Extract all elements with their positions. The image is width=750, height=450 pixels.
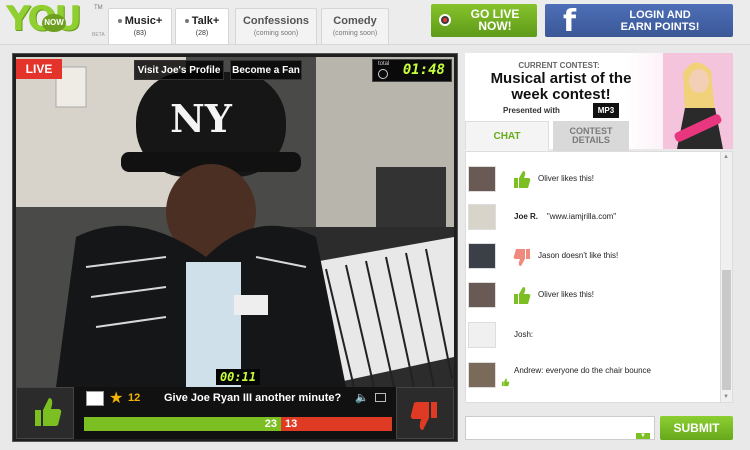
- star-icon: ★: [109, 390, 124, 407]
- tab-talk[interactable]: Talk+ (28): [175, 8, 229, 44]
- top-header: YOU NOW TM BETA Music+ (83) Talk+ (28) C…: [0, 0, 750, 45]
- tab-talk-count: (28): [195, 30, 209, 37]
- tab-contest-details[interactable]: CONTEST DETAILS: [553, 121, 629, 151]
- video-panel: NY LIVE Visit Joe's Profile Become a Fan…: [12, 53, 458, 442]
- contest-label: CURRENT CONTEST:: [518, 61, 600, 70]
- avatar[interactable]: [468, 282, 496, 308]
- tab-contest-line2: DETAILS: [572, 135, 610, 145]
- volume-icon[interactable]: 🔈: [355, 391, 369, 404]
- chat-input[interactable]: ▼: [465, 416, 655, 440]
- video-frame-illustration: NY: [16, 57, 454, 387]
- avatar[interactable]: [468, 362, 496, 388]
- facebook-login-button[interactable]: f LOGIN AND EARN POINTS!: [545, 4, 733, 39]
- total-timer: total 01:48: [372, 59, 452, 82]
- live-video-feed[interactable]: NY LIVE Visit Joe's Profile Become a Fan…: [16, 57, 454, 387]
- go-live-button[interactable]: GO LIVE NOW!: [431, 4, 537, 37]
- total-time-value: 01:48: [402, 62, 445, 78]
- thumbs-down-button[interactable]: [396, 387, 454, 439]
- chat-text: Oliver likes this!: [538, 290, 595, 299]
- svg-text:NY: NY: [170, 96, 233, 141]
- chevron-down-icon[interactable]: ▼: [636, 433, 650, 439]
- go-live-line2: NOW!: [478, 19, 512, 33]
- tab-confessions-status: (coming soon): [253, 30, 299, 37]
- no-votes: 13: [281, 417, 392, 431]
- tab-bullet-icon: [184, 19, 189, 24]
- thumbs-up-icon: [514, 287, 531, 304]
- yes-votes: 23: [84, 417, 281, 431]
- small-thumbs-up-icon: [501, 378, 510, 387]
- tab-comedy-label: Comedy: [333, 15, 377, 27]
- logo-now-badge: NOW: [42, 14, 66, 32]
- chat-message: Andrew: everyone do the chair bounce: [468, 362, 718, 392]
- tab-music-count: (83): [133, 30, 147, 37]
- become-fan-button[interactable]: Become a Fan: [230, 60, 302, 80]
- vote-bar: 00:11 ★ 12 Give Joe Ryan III another min…: [16, 369, 454, 439]
- star-count: 12: [128, 392, 141, 404]
- chat-tabs: CHAT CONTEST DETAILS: [465, 121, 733, 151]
- visit-profile-button[interactable]: Visit Joe's Profile: [134, 60, 224, 80]
- tab-confessions-label: Confessions: [242, 15, 309, 27]
- contest-title: Musical artist of the week contest!: [490, 70, 632, 103]
- live-badge: LIVE: [16, 59, 62, 79]
- chat-message: Oliver likes this!: [468, 282, 718, 312]
- chat-text: "www.iamjrilla.com": [546, 212, 617, 221]
- fb-line1: LOGIN AND: [629, 9, 691, 21]
- tab-comedy[interactable]: Comedy (coming soon): [321, 8, 389, 44]
- chat-message: Joe R. "www.iamjrilla.com": [468, 204, 718, 234]
- chat-user: Andrew:: [514, 366, 544, 375]
- younow-logo[interactable]: YOU NOW TM BETA: [6, 0, 105, 39]
- facebook-icon: f: [563, 4, 577, 39]
- tab-bullet-icon: [117, 19, 122, 24]
- vote-question: Give Joe Ryan III another minute?: [164, 392, 342, 404]
- chat-messages[interactable]: Oliver likes this! Joe R. "www.iamjrilla…: [465, 151, 733, 403]
- broadcaster-avatar[interactable]: [86, 391, 104, 406]
- fb-line2: EARN POINTS!: [620, 21, 700, 33]
- chat-message: Jason doesn't like this!: [468, 243, 718, 273]
- scrollbar-thumb[interactable]: [722, 270, 731, 390]
- avatar[interactable]: [468, 243, 496, 269]
- thumbs-up-button[interactable]: [16, 387, 74, 439]
- fullscreen-icon[interactable]: [375, 393, 386, 402]
- record-icon: [439, 14, 451, 26]
- logo-tm: TM: [94, 5, 103, 11]
- stopwatch-icon: [378, 69, 388, 79]
- scroll-down-icon[interactable]: ▼: [723, 394, 729, 400]
- avatar[interactable]: [468, 322, 496, 348]
- thumbs-up-icon: [514, 171, 531, 188]
- thumbs-down-icon: [513, 249, 530, 266]
- vote-timer: 00:11: [216, 369, 260, 385]
- chat-text: Oliver likes this!: [538, 174, 595, 183]
- tab-confessions[interactable]: Confessions (coming soon): [235, 8, 317, 44]
- sponsor-logo: MP3: [593, 103, 619, 118]
- submit-button[interactable]: SUBMIT: [660, 416, 733, 440]
- vote-score-bar: 23 13: [84, 417, 392, 431]
- tab-talk-label: Talk+: [191, 15, 220, 27]
- presented-with: Presented with: [503, 106, 560, 115]
- avatar[interactable]: [468, 204, 496, 230]
- timer-label: total: [378, 61, 390, 67]
- thumbs-down-icon: [410, 402, 437, 430]
- chat-message: Oliver likes this!: [468, 166, 718, 196]
- scroll-up-icon[interactable]: ▲: [723, 154, 729, 160]
- chat-user: Joe R.: [514, 212, 539, 221]
- chat-message: Josh:: [468, 322, 718, 352]
- avatar[interactable]: [468, 166, 496, 192]
- chat-text: Jason doesn't like this!: [538, 251, 619, 260]
- chat-text: everyone do the chair bounce: [545, 366, 651, 375]
- logo-beta: BETA: [92, 32, 105, 38]
- tab-music[interactable]: Music+ (83): [108, 8, 172, 44]
- chat-scrollbar[interactable]: ▲ ▼: [720, 152, 732, 402]
- chat-user: Josh:: [514, 330, 534, 339]
- tab-chat[interactable]: CHAT: [465, 121, 549, 151]
- tab-music-label: Music+: [124, 15, 163, 27]
- tab-comedy-status: (coming soon): [332, 30, 378, 37]
- thumbs-up-icon: [35, 398, 62, 426]
